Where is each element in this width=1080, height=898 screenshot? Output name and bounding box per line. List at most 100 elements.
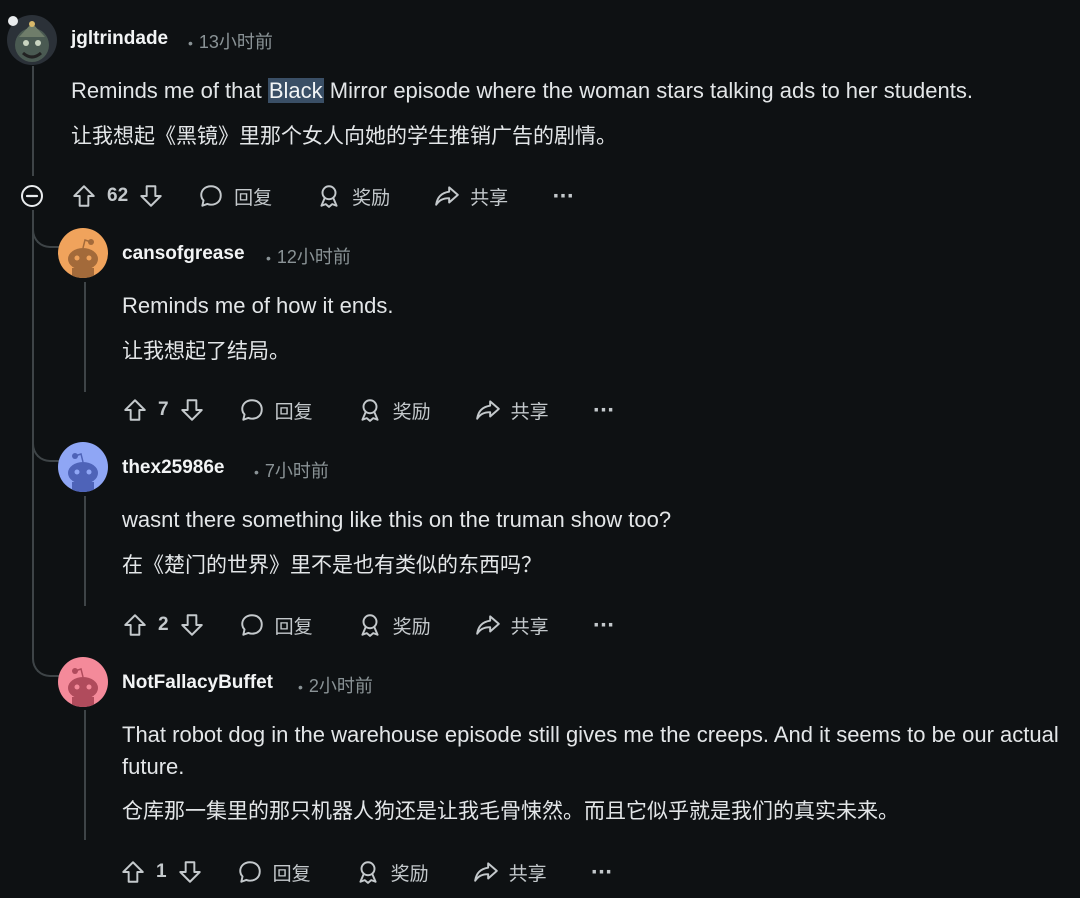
reply-label: 回复 [272,862,311,885]
comment-body-en: Reminds me of that Black Mirror episode … [71,75,1061,107]
comment-body-zh: 让我想起了结局。 [122,339,290,363]
more-options-icon: ··· [592,399,615,421]
comment-username[interactable]: NotFallacyBuffet [122,672,273,694]
share-label: 共享 [470,186,509,209]
comment-actions: 2 回复 奖励 共享 ··· [122,605,614,645]
avatar[interactable] [58,228,108,278]
reply-button[interactable]: 回复 [198,183,272,210]
online-dot [8,16,18,26]
reply-button[interactable]: 回复 [237,859,311,886]
thread-elbow-3 [32,630,60,677]
speech-bubble-icon [240,399,263,421]
more-options-button[interactable]: ··· [591,861,613,883]
reply-label: 回复 [274,400,313,423]
comment-timestamp: • 2小时前 [298,676,373,696]
arrow-up-icon [124,614,146,636]
more-options-icon: ··· [552,185,574,207]
arrow-up-icon [73,185,95,207]
award-icon [359,861,377,884]
comment-username[interactable]: cansofgrease [122,243,245,265]
comment-body-en: That robot dog in the warehouse episode … [122,722,1059,779]
award-button[interactable]: 奖励 [357,397,431,424]
comment-body-en: wasnt there something like this on the t… [122,507,672,532]
share-label: 共享 [510,615,549,638]
more-options-button[interactable]: ··· [593,614,615,636]
arrow-down-icon [180,399,203,421]
collapse-thread-button[interactable] [20,184,44,208]
reply-button[interactable]: 回复 [239,612,313,639]
vote-count: 2 [158,614,169,635]
arrow-down-icon [178,861,201,883]
reply-label: 回复 [274,615,313,638]
more-options-icon: ··· [592,614,615,636]
award-label: 奖励 [392,400,431,423]
reply-label: 回复 [234,186,273,209]
comment-body-zh: 让我想起《黑镜》里那个女人向她的学生推销广告的剧情。 [71,124,617,148]
award-label: 奖励 [390,862,429,885]
timestamp-text: 2小时前 [308,676,373,696]
arrow-up-icon [124,399,146,421]
award-icon [361,399,379,422]
speech-bubble-icon [238,861,261,883]
thread-elbow-2 [32,420,60,462]
upvote-button[interactable] [71,183,97,209]
comment-body-zh: 仓库那一集里的那只机器人狗还是让我毛骨悚然。而且它似乎就是我们的真实未来。 [122,799,899,823]
award-button[interactable]: 奖励 [357,612,431,639]
snoo-avatar-icon [58,442,108,492]
share-arrow-icon [475,615,500,635]
vote-group: 7 [122,397,205,423]
vote-count: 1 [156,861,167,882]
comment-body-zh: 在《楚门的世界》里不是也有类似的东西吗？ [122,553,542,577]
comment-actions: 1 回复 奖励 共享 ··· [120,852,612,892]
timestamp-text: 12小时前 [276,247,351,267]
avatar[interactable] [58,442,108,492]
more-options-icon: ··· [590,861,613,883]
award-button[interactable]: 奖励 [355,859,429,886]
vote-group: 2 [122,612,205,638]
avatar[interactable] [58,657,108,707]
vote-count: 7 [158,399,169,420]
thread-elbow-1 [32,210,60,248]
award-button[interactable]: 奖励 [316,183,390,210]
thread-line-child-3 [84,710,86,840]
speech-bubble-icon [200,185,222,207]
share-arrow-icon [475,400,500,420]
award-icon [361,614,379,637]
award-label: 奖励 [392,615,431,638]
comment-text: Reminds me of that [71,78,268,103]
comment-timestamp: • 13小时前 [188,32,273,52]
share-label: 共享 [510,400,549,423]
share-button[interactable]: 共享 [434,183,508,210]
downvote-button[interactable] [179,397,205,423]
comment-actions: 7 回复 奖励 共享 ··· [122,390,614,430]
share-label: 共享 [508,862,547,885]
upvote-button[interactable] [122,397,148,423]
share-button[interactable]: 共享 [475,397,549,424]
minus-circle-icon [21,185,43,207]
comment-timestamp: • 7小时前 [254,461,329,481]
speech-bubble-icon [240,614,263,636]
highlighted-text: Black [267,78,324,103]
snoo-avatar-icon [58,657,108,707]
timestamp-text: 7小时前 [264,461,329,481]
downvote-button[interactable] [138,183,164,209]
snoo-avatar-icon [58,228,108,278]
share-button[interactable]: 共享 [473,859,547,886]
comment-username[interactable]: jgltrindade [71,28,168,50]
timestamp-text: 13小时前 [198,32,273,52]
more-options-button[interactable]: ··· [593,399,615,421]
award-label: 奖励 [352,186,391,209]
share-button[interactable]: 共享 [475,612,549,639]
thread-line-child-2 [84,496,86,606]
arrow-up-icon [122,861,144,883]
vote-group: 62 [71,183,164,209]
comment-username[interactable]: thex25986e [122,457,224,479]
downvote-button[interactable] [177,859,203,885]
downvote-button[interactable] [179,612,205,638]
upvote-button[interactable] [120,859,146,885]
vote-count: 62 [107,185,129,206]
reply-button[interactable]: 回复 [239,397,313,424]
thread-line-child-1 [84,282,86,392]
more-options-button[interactable]: ··· [552,185,574,207]
upvote-button[interactable] [122,612,148,638]
